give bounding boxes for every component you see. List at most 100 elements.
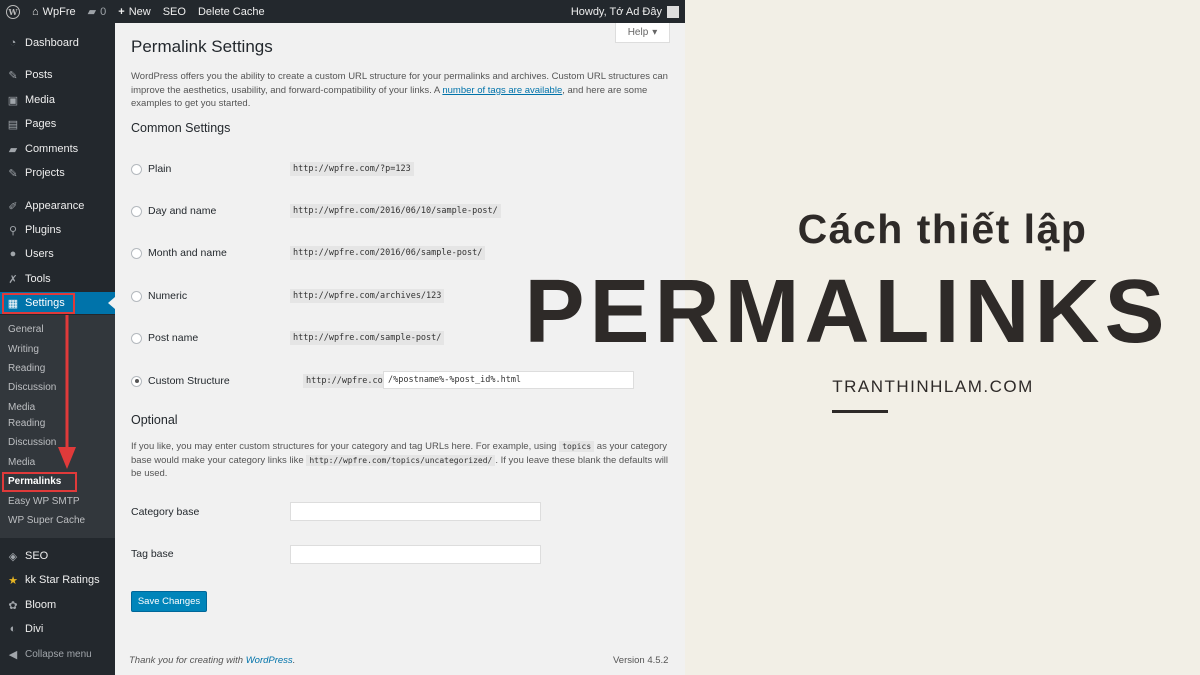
sidebar-item-dashboard[interactable]: ◔ Dashboard <box>0 32 115 54</box>
dashboard-icon: ◔ <box>9 37 17 49</box>
sidebar-item-label: Pages <box>25 118 57 130</box>
submenu-item-reading[interactable]: Reading <box>8 418 45 429</box>
plugin-icon: ⚲ <box>8 224 18 237</box>
option-custom-structure[interactable]: Custom Structure http://wpfre.com <box>131 371 671 391</box>
pin-icon: ✎ <box>8 167 18 180</box>
sidebar-item-label: Tools <box>25 273 51 285</box>
option-label: Post name <box>148 332 199 344</box>
help-label: Help <box>627 27 649 38</box>
comments-link[interactable]: ▰ 0 <box>82 0 113 23</box>
option-example: http://wpfre.com/?p=123 <box>290 162 414 176</box>
sidebar-item-label: Collapse menu <box>25 648 92 660</box>
category-base-input[interactable] <box>290 502 541 521</box>
footer-text: Thank you for creating with <box>129 655 246 666</box>
submenu-item-reading[interactable]: Reading <box>8 363 45 374</box>
new-content-link[interactable]: + New <box>112 0 156 23</box>
sidebar-item-bloom[interactable]: ✿ Bloom <box>0 594 115 616</box>
sidebar-item-seo[interactable]: ◈ SEO <box>0 545 115 567</box>
sidebar-item-label: SEO <box>25 550 49 562</box>
sidebar-item-plugins[interactable]: ⚲ Plugins <box>0 219 115 241</box>
radio-custom-structure[interactable] <box>131 375 142 387</box>
submenu-item-general[interactable]: General <box>8 324 44 335</box>
sidebar-item-label: Projects <box>25 167 65 179</box>
sidebar-item-appearance[interactable]: ✐ Appearance <box>0 195 115 217</box>
pin-icon: ✎ <box>8 69 18 82</box>
divi-icon: ◐ <box>9 623 17 635</box>
submenu-item-media[interactable]: Media <box>8 402 35 413</box>
seo-icon: ◈ <box>8 550 18 563</box>
sidebar-item-projects[interactable]: ✎ Projects <box>0 162 115 184</box>
poster-site: TRANTHINHLAM.COM <box>832 377 1034 396</box>
wordpress-logo-icon: W <box>6 4 20 19</box>
seo-link[interactable]: SEO <box>157 0 192 23</box>
comment-icon: ▰ <box>8 143 18 156</box>
delete-cache-link[interactable]: Delete Cache <box>192 0 271 23</box>
submenu-item-discussion[interactable]: Discussion <box>8 382 56 393</box>
option-label: Numeric <box>148 290 188 302</box>
custom-structure-input[interactable] <box>383 371 634 389</box>
sidebar-item-users[interactable]: ● Users <box>0 243 115 265</box>
radio-day-and-name[interactable] <box>131 205 142 217</box>
collapse-icon: ◀ <box>8 648 18 661</box>
wordpress-link[interactable]: WordPress <box>246 655 293 666</box>
sidebar-item-comments[interactable]: ▰ Comments <box>0 138 115 160</box>
pages-icon: ▤ <box>7 118 19 131</box>
star-icon: ★ <box>8 574 18 587</box>
tag-base-label: Tag base <box>131 548 174 560</box>
settings-highlight-box <box>2 293 75 314</box>
sidebar-item-label: Users <box>25 248 54 260</box>
optional-heading: Optional <box>131 413 178 427</box>
radio-plain[interactable] <box>131 163 142 175</box>
sidebar-item-label: Appearance <box>25 200 85 212</box>
submenu-item-discussion[interactable]: Discussion <box>8 437 56 448</box>
media-icon: ▣ <box>7 94 19 107</box>
version-text: Version 4.5.2 <box>613 655 669 666</box>
sidebar-item-label: kk Star Ratings <box>25 574 100 586</box>
option-example: http://wpfre.com/2016/06/10/sample-post/ <box>290 204 501 218</box>
submenu-item-easy-wp-smtp[interactable]: Easy WP SMTP <box>8 496 80 507</box>
poster-underline <box>832 410 888 413</box>
optional-code: http://wpfre.com/topics/uncategorized/ <box>306 454 496 466</box>
sidebar-item-label: Bloom <box>25 599 57 611</box>
site-name-link[interactable]: ⌂ WpFre <box>26 0 82 23</box>
common-settings-heading: Common Settings <box>131 121 231 135</box>
option-label: Day and name <box>148 205 217 217</box>
submenu-item-wp-super-cache[interactable]: WP Super Cache <box>8 515 85 526</box>
optional-text-part: If you like, you may enter custom struct… <box>131 441 560 452</box>
admin-bar: W ⌂ WpFre ▰ 0 + New SEO Delete Cache How… <box>0 0 685 23</box>
sidebar-item-posts[interactable]: ✎ Posts <box>0 64 115 86</box>
radio-post-name[interactable] <box>131 332 142 344</box>
save-changes-button[interactable]: Save Changes <box>131 591 207 612</box>
option-label: Custom Structure <box>148 375 230 387</box>
footer-dot: . <box>292 655 296 666</box>
submenu-item-writing[interactable]: Writing <box>8 344 39 355</box>
tags-available-link[interactable]: number of tags are available <box>442 85 562 96</box>
account-menu[interactable]: Howdy, Tớ Ad Đây <box>570 5 685 18</box>
option-plain[interactable]: Plain http://wpfre.com/?p=123 <box>131 159 671 179</box>
poster-subtitle: Cách thiết lập <box>797 206 1088 252</box>
sidebar-item-pages[interactable]: ▤ Pages <box>0 113 115 135</box>
brush-icon: ✐ <box>8 200 18 213</box>
footer-credit: Thank you for creating with WordPress. <box>129 655 295 666</box>
optional-description: If you like, you may enter custom struct… <box>131 440 671 481</box>
sidebar-item-label: Comments <box>25 143 79 155</box>
option-month-and-name[interactable]: Month and name http://wpfre.com/2016/06/… <box>131 243 671 263</box>
radio-numeric[interactable] <box>131 290 142 302</box>
sidebar-item-kk-star-ratings[interactable]: ★ kk Star Ratings <box>0 569 115 591</box>
tag-base-input[interactable] <box>290 545 541 564</box>
sidebar-item-tools[interactable]: ✗ Tools <box>0 268 115 290</box>
wp-logo-menu[interactable]: W <box>0 0 26 23</box>
radio-month-and-name[interactable] <box>131 247 142 259</box>
collapse-menu-button[interactable]: ◀ Collapse menu <box>0 643 115 665</box>
red-arrow-annotation <box>58 315 76 469</box>
option-example: http://wpfre.com <box>303 374 391 388</box>
howdy-text: Howdy, Tớ Ad Đây <box>570 5 662 18</box>
submenu-item-media[interactable]: Media <box>8 457 35 468</box>
wrench-icon: ✗ <box>8 273 18 286</box>
site-name: WpFre <box>42 5 76 18</box>
sidebar-item-media[interactable]: ▣ Media <box>0 89 115 111</box>
new-label: New <box>128 5 151 18</box>
sidebar-item-divi[interactable]: ◐ Divi <box>0 618 115 640</box>
help-button[interactable]: Help ▾ <box>615 23 670 43</box>
option-day-and-name[interactable]: Day and name http://wpfre.com/2016/06/10… <box>131 201 671 221</box>
